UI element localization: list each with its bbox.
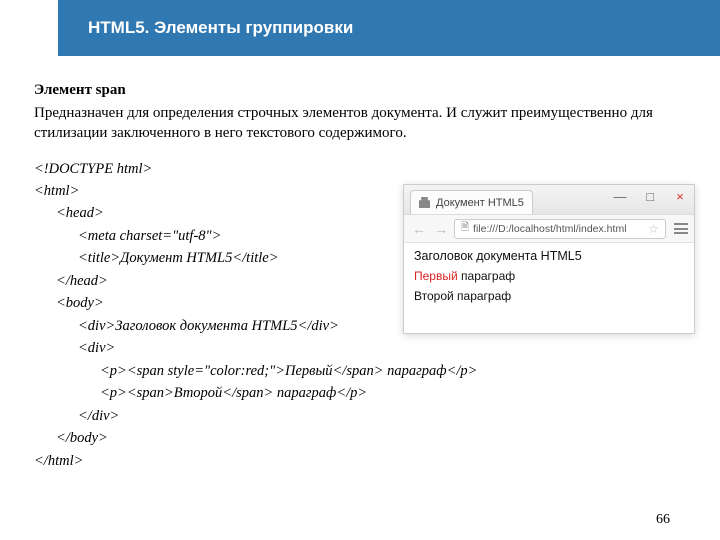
close-button[interactable]: × [670, 189, 690, 204]
section-description: Предназначен для определения строчных эл… [34, 103, 692, 144]
browser-tab[interactable]: Документ HTML5 [410, 190, 533, 214]
hamburger-menu-icon[interactable] [674, 223, 688, 234]
paragraph-rest: параграф [458, 269, 515, 283]
minimize-button[interactable]: — [610, 189, 630, 204]
code-line: <!DOCTYPE html> [34, 158, 692, 180]
code-line: </html> [34, 450, 692, 472]
url-input[interactable]: 🗎 file:///D:/localhost/html/index.html ☆ [454, 219, 666, 239]
bookmark-star-icon[interactable]: ☆ [648, 222, 659, 236]
maximize-button[interactable]: □ [640, 189, 660, 204]
back-button[interactable]: ← [410, 221, 428, 237]
header-badge [0, 0, 58, 56]
file-icon [419, 197, 430, 208]
page-paragraph-1: Первый параграф [414, 269, 684, 283]
code-line: </body> [34, 427, 692, 449]
code-line: <p><span style="color:red;">Первый</span… [34, 360, 692, 382]
slide-title: HTML5. Элементы группировки [88, 18, 353, 38]
rendered-page: Заголовок документа HTML5 Первый парагра… [404, 243, 694, 315]
page-number: 66 [656, 512, 670, 528]
page-heading: Заголовок документа HTML5 [414, 249, 684, 263]
browser-tabbar: Документ HTML5 — □ × [404, 185, 694, 215]
tab-title: Документ HTML5 [436, 197, 524, 209]
url-text: file:///D:/localhost/html/index.html [473, 223, 626, 235]
code-line: <div> [34, 337, 692, 359]
section-title: Элемент span [34, 82, 692, 99]
code-line: <p><span>Второй</span> параграф</p> [34, 382, 692, 404]
page-paragraph-2: Второй параграф [414, 289, 684, 303]
address-bar: ← → 🗎 file:///D:/localhost/html/index.ht… [404, 215, 694, 243]
window-controls: — □ × [610, 189, 690, 204]
browser-window: Документ HTML5 — □ × ← → 🗎 file:///D:/lo… [403, 184, 695, 334]
code-line: </div> [34, 405, 692, 427]
forward-button[interactable]: → [432, 221, 450, 237]
red-span: Первый [414, 269, 458, 283]
page-icon: 🗎 [461, 220, 469, 237]
slide-header: HTML5. Элементы группировки [0, 0, 720, 56]
